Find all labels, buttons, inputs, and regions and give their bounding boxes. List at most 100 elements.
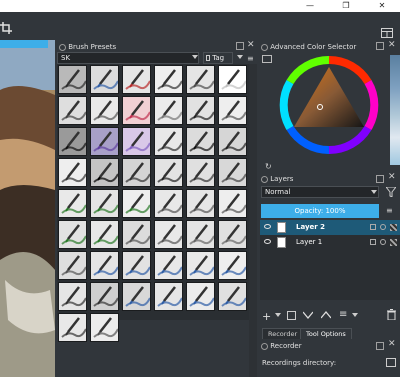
layer-row[interactable]: Layer 1	[260, 235, 400, 250]
filter-icon[interactable]	[386, 187, 396, 197]
brush-preset-tile[interactable]	[154, 220, 183, 249]
brush-preset-tile[interactable]	[58, 251, 87, 280]
brush-preset-tile[interactable]	[186, 158, 215, 187]
brush-preset-tile[interactable]	[218, 189, 247, 218]
brush-preset-tile[interactable]	[218, 251, 247, 280]
brush-preset-tile[interactable]	[58, 158, 87, 187]
color-settings-icon[interactable]	[262, 55, 272, 63]
recorder-close-button[interactable]: ✕	[388, 339, 396, 349]
blend-mode-select[interactable]: Normal	[261, 186, 379, 198]
brush-preset-tile[interactable]	[122, 189, 151, 218]
brush-presets-drag-icon[interactable]	[59, 43, 66, 51]
brush-preset-tile[interactable]	[58, 189, 87, 218]
brush-preset-tile[interactable]	[186, 251, 215, 280]
layer-row[interactable]: Layer 2	[260, 220, 400, 235]
inherit-alpha-icon[interactable]	[390, 224, 397, 231]
brush-preset-tile[interactable]	[186, 65, 215, 94]
layers-menu-icon[interactable]: ≡	[386, 206, 393, 215]
brush-preset-tile[interactable]	[154, 282, 183, 311]
close-panel-button[interactable]: ✕	[247, 40, 255, 50]
folder-icon[interactable]	[386, 358, 396, 367]
lock-icon[interactable]	[370, 239, 376, 245]
brush-preset-tile[interactable]	[218, 158, 247, 187]
lock-icon[interactable]	[370, 224, 376, 230]
brush-preset-tile[interactable]	[186, 220, 215, 249]
brush-preset-tile[interactable]	[154, 251, 183, 280]
move-down-icon[interactable]	[303, 311, 313, 319]
brush-preset-tile[interactable]	[58, 96, 87, 125]
alpha-lock-icon[interactable]	[380, 224, 386, 230]
tag-button[interactable]: Tag	[203, 52, 233, 64]
brush-preset-tile[interactable]	[90, 127, 119, 156]
color-selector-drag-icon[interactable]	[261, 43, 268, 51]
brush-preset-tile[interactable]	[154, 158, 183, 187]
color-selector-float-button[interactable]	[376, 42, 384, 50]
move-up-icon[interactable]	[321, 311, 331, 319]
brush-preset-tile[interactable]	[218, 127, 247, 156]
maximize-button[interactable]: ❐	[328, 0, 364, 12]
brush-preset-tile[interactable]	[90, 96, 119, 125]
minimize-button[interactable]: —	[292, 0, 328, 12]
brush-preset-tile[interactable]	[218, 282, 247, 311]
brush-preset-tile[interactable]	[122, 127, 151, 156]
brush-preset-tile[interactable]	[58, 65, 87, 94]
brush-preset-tile[interactable]	[122, 220, 151, 249]
close-button[interactable]: ✕	[364, 0, 400, 12]
brush-preset-tile[interactable]	[90, 189, 119, 218]
brush-preset-tile[interactable]	[122, 96, 151, 125]
brush-preset-tile[interactable]	[218, 220, 247, 249]
brush-preset-tile[interactable]	[90, 220, 119, 249]
layers-close-button[interactable]: ✕	[388, 172, 396, 182]
brush-preset-tile[interactable]	[58, 282, 87, 311]
menu-icon[interactable]: ≡	[247, 54, 254, 63]
tag-dropdown-icon[interactable]	[237, 55, 243, 59]
brush-filter-input[interactable]: SK	[57, 52, 199, 64]
visibility-eye-icon[interactable]	[264, 224, 271, 229]
duplicate-layer-icon[interactable]	[287, 311, 296, 320]
properties-dropdown-icon[interactable]	[352, 313, 358, 317]
brush-preset-tile[interactable]	[154, 65, 183, 94]
brush-preset-tile[interactable]	[186, 189, 215, 218]
color-wheel[interactable]	[278, 52, 380, 162]
delete-layer-icon[interactable]	[387, 309, 396, 320]
swatch-strip[interactable]	[390, 55, 400, 165]
blend-mode-chevron-icon[interactable]	[371, 190, 377, 194]
add-layer-dropdown-icon[interactable]	[275, 313, 281, 317]
inherit-alpha-icon[interactable]	[390, 239, 397, 246]
color-selector-close-button[interactable]: ✕	[388, 40, 396, 50]
brush-preset-tile[interactable]	[186, 96, 215, 125]
opacity-slider[interactable]: Opacity: 100%	[261, 204, 379, 218]
layout-icon[interactable]	[381, 28, 393, 38]
brush-preset-tile[interactable]	[186, 282, 215, 311]
layer-properties-icon[interactable]: ≡	[339, 309, 347, 320]
brush-preset-tile[interactable]	[90, 313, 119, 342]
crop-icon[interactable]	[0, 22, 12, 34]
visibility-eye-icon[interactable]	[264, 239, 271, 244]
brush-preset-tile[interactable]	[122, 158, 151, 187]
chevron-down-icon[interactable]	[192, 55, 198, 59]
brush-preset-tile[interactable]	[90, 251, 119, 280]
canvas[interactable]	[0, 40, 55, 377]
brush-preset-tile[interactable]	[90, 158, 119, 187]
brush-preset-tile[interactable]	[90, 282, 119, 311]
brush-preset-tile[interactable]	[186, 127, 215, 156]
brush-preset-tile[interactable]	[122, 282, 151, 311]
float-panel-button[interactable]	[236, 42, 244, 50]
brush-preset-tile[interactable]	[90, 65, 119, 94]
layers-drag-icon[interactable]	[261, 175, 268, 183]
brush-presets-scrollbar[interactable]	[249, 64, 257, 377]
brush-preset-tile[interactable]	[218, 96, 247, 125]
tab-tool-options[interactable]: Tool Options	[300, 328, 352, 339]
recorder-drag-icon[interactable]	[261, 342, 268, 350]
brush-preset-tile[interactable]	[58, 313, 87, 342]
color-pick-icon[interactable]: ↻	[265, 162, 272, 171]
alpha-lock-icon[interactable]	[380, 239, 386, 245]
brush-preset-tile[interactable]	[58, 127, 87, 156]
add-layer-button[interactable]: +	[262, 310, 271, 323]
brush-preset-tile[interactable]	[58, 220, 87, 249]
brush-preset-tile[interactable]	[154, 189, 183, 218]
brush-preset-tile[interactable]	[154, 127, 183, 156]
brush-preset-tile[interactable]	[122, 65, 151, 94]
brush-preset-tile[interactable]	[122, 251, 151, 280]
brush-preset-tile[interactable]	[218, 65, 247, 94]
